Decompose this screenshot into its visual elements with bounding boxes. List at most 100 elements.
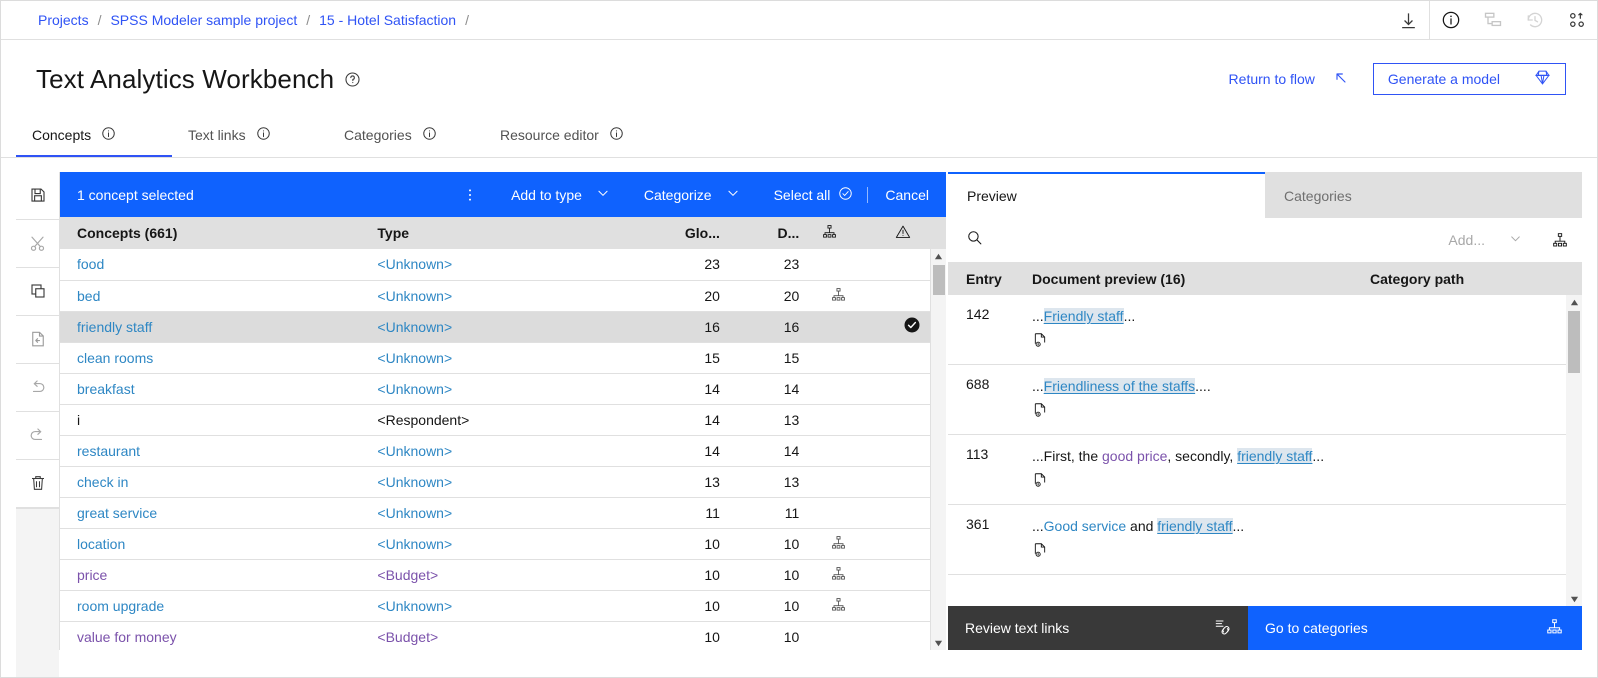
add-dropdown[interactable]: Add... [1448,232,1528,248]
return-to-flow-button[interactable]: Return to flow [1225,70,1353,89]
cell-type[interactable]: <Budget> [360,621,641,650]
concept-name[interactable]: restaurant [77,443,140,459]
scroll-down-icon[interactable] [931,636,946,650]
cell-concept[interactable]: room upgrade [60,590,361,622]
table-row[interactable]: food <Unknown> 23 23 [60,249,946,281]
save-button[interactable] [16,172,59,219]
concept-name[interactable]: location [77,536,125,552]
concept-type[interactable]: <Budget> [377,567,438,583]
cancel-button[interactable]: Cancel [868,172,946,217]
col-docs[interactable]: D... [719,217,800,249]
document-view-icon[interactable] [1032,542,1332,564]
table-row[interactable]: breakfast <Unknown> 14 14 [60,373,946,405]
cell-concept[interactable]: value for money [60,621,361,650]
concept-name[interactable]: check in [77,474,128,490]
search-icon[interactable] [966,229,983,251]
concept-name[interactable]: clean rooms [77,350,153,366]
tab-preview[interactable]: Preview [948,172,1265,218]
concept-type[interactable]: <Unknown> [377,319,452,335]
concept-type[interactable]: <Unknown> [377,536,452,552]
col-global[interactable]: Glo... [640,217,720,249]
go-to-categories-button[interactable]: Go to categories [1248,606,1582,650]
cell-type[interactable]: <Unknown> [360,373,641,405]
table-row[interactable]: location <Unknown> 10 10 [60,528,946,560]
concept-name[interactable]: bed [77,288,100,304]
cell-concept[interactable]: clean rooms [60,342,361,374]
table-row[interactable]: friendly staff <Unknown> 16 16 [60,311,946,343]
table-row[interactable]: value for money <Budget> 10 10 [60,621,946,650]
add-to-type-button[interactable]: Add to type [494,172,627,217]
concept-type[interactable]: <Respondent> [377,412,469,428]
categorize-button[interactable]: Categorize [627,172,757,217]
tab-text-links[interactable]: Text links [172,114,328,157]
cell-concept[interactable]: bed [60,280,361,312]
concept-name[interactable]: room upgrade [77,598,164,614]
table-row[interactable]: clean rooms <Unknown> 15 15 [60,342,946,374]
scroll-up-icon[interactable] [931,249,946,263]
cell-hierarchy[interactable] [799,280,861,312]
history-icon[interactable] [1514,0,1556,40]
concept-type[interactable]: <Unknown> [377,350,452,366]
highlighted-concept[interactable]: Friendly staff [1043,308,1124,324]
document-text-fragment[interactable]: Good service [1044,518,1126,534]
cell-concept[interactable]: food [60,249,361,281]
download-icon[interactable] [1387,0,1429,40]
paste-button[interactable] [16,316,59,363]
concepts-scrollbar[interactable] [930,249,946,650]
tab-categories[interactable]: Categories [328,114,484,157]
cell-type[interactable]: <Unknown> [360,435,641,467]
concept-type[interactable]: <Unknown> [377,381,452,397]
table-row[interactable]: great service <Unknown> 11 11 [60,497,946,529]
info-icon[interactable] [256,126,271,144]
col-type[interactable]: Type [360,217,641,249]
tab-concepts[interactable]: Concepts [16,114,172,157]
cell-type[interactable]: <Unknown> [360,311,641,343]
table-row[interactable]: price <Budget> 10 10 [60,559,946,591]
concept-name[interactable]: great service [77,505,157,521]
concept-name[interactable]: food [77,256,104,272]
preview-entry-row[interactable]: 688 ...Friendliness of the staffs.... [948,365,1582,435]
col-hierarchy[interactable] [799,217,861,249]
cut-button[interactable] [16,220,59,267]
scroll-thumb[interactable] [1568,311,1580,373]
cell-type[interactable]: <Respondent> [360,404,641,436]
table-row[interactable]: check in <Unknown> 13 13 [60,466,946,498]
concept-type[interactable]: <Unknown> [377,505,452,521]
generate-model-button[interactable]: Generate a model [1372,63,1566,95]
breadcrumb-item-project[interactable]: SPSS Modeler sample project [110,12,297,28]
table-row[interactable]: bed <Unknown> 20 20 [60,280,946,312]
highlighted-concept[interactable]: friendly staff [1157,518,1233,534]
col-concepts[interactable]: Concepts (661) [60,217,361,249]
tab-resource-editor[interactable]: Resource editor [484,114,640,157]
undo-button[interactable] [16,364,59,411]
document-view-icon[interactable] [1032,332,1332,354]
redo-button[interactable] [16,412,59,459]
info-icon[interactable] [101,126,116,144]
hierarchy-icon[interactable] [1528,232,1568,248]
concept-type[interactable]: <Budget> [377,629,438,645]
concept-type[interactable]: <Unknown> [377,598,452,614]
preview-entry-row[interactable]: 142 ...Friendly staff... [948,295,1582,365]
concept-type[interactable]: <Unknown> [377,443,452,459]
cell-hierarchy[interactable] [799,528,861,560]
preview-entry-row[interactable]: 361 ...Good service and friendly staff... [948,505,1582,575]
cell-concept[interactable]: great service [60,497,361,529]
info-icon[interactable] [1430,0,1472,40]
tab-preview-categories[interactable]: Categories [1265,172,1582,218]
info-icon[interactable] [609,126,624,144]
table-row[interactable]: restaurant <Unknown> 14 14 [60,435,946,467]
info-icon[interactable] [422,126,437,144]
copy-button[interactable] [16,268,59,315]
table-row[interactable]: i <Respondent> 14 13 [60,404,946,436]
highlighted-concept[interactable]: Friendliness of the staffs [1043,378,1196,394]
concept-name[interactable]: value for money [77,629,177,645]
cell-type[interactable]: <Budget> [360,559,641,591]
concept-type[interactable]: <Unknown> [377,256,452,272]
concept-type[interactable]: <Unknown> [377,288,452,304]
cell-type[interactable]: <Unknown> [360,466,641,498]
concept-name[interactable]: i [77,412,80,428]
cell-concept[interactable]: i [60,404,361,436]
cell-concept[interactable]: check in [60,466,361,498]
document-text-fragment[interactable]: good price [1102,448,1167,464]
cell-concept[interactable]: price [60,559,361,591]
